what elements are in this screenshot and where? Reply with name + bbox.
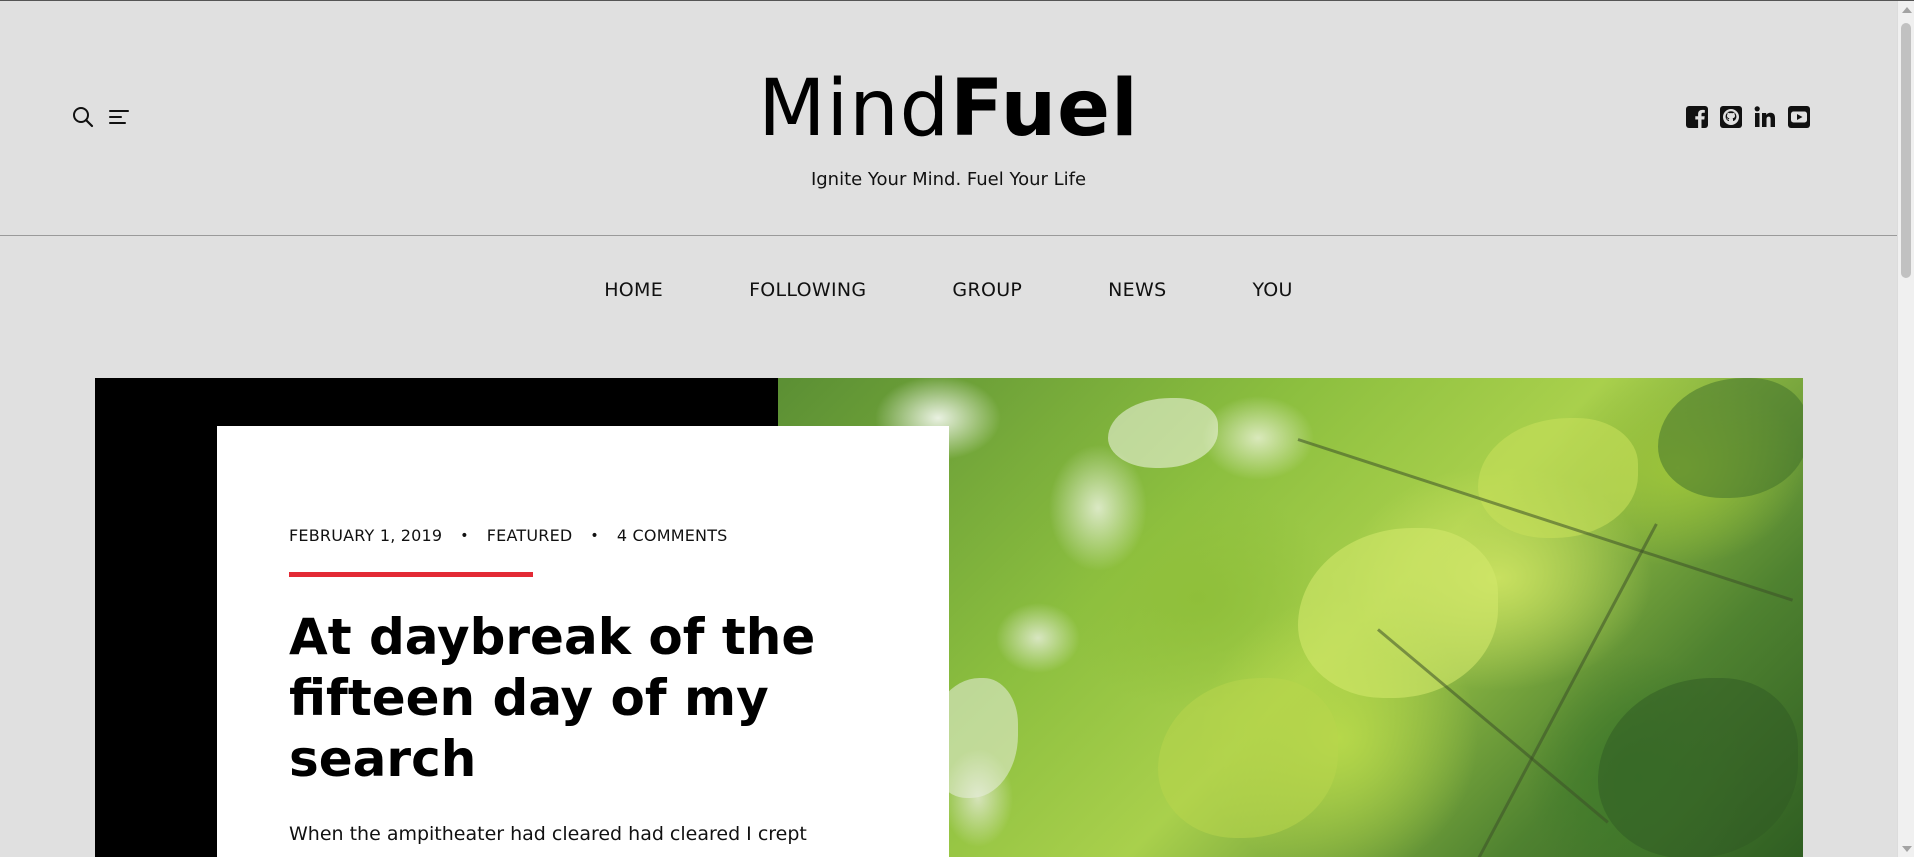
post-title[interactable]: At daybreak of the fifteen day of my sea… (289, 607, 877, 790)
leaf-shape (1598, 678, 1798, 857)
nav-item-home[interactable]: HOME (561, 273, 706, 307)
main-nav: HOME FOLLOWING GROUP NEWS YOU (0, 273, 1897, 307)
site-logo[interactable]: MindFuel (758, 59, 1139, 159)
brand: MindFuel Ignite Your Mind. Fuel Your Lif… (0, 59, 1897, 190)
youtube-icon[interactable] (1787, 105, 1811, 129)
leaf-shape (1658, 378, 1803, 498)
logo-bold-text: Fuel (950, 64, 1139, 154)
post-excerpt: When the ampitheater had cleared had cle… (289, 823, 807, 845)
nav-item-following[interactable]: FOLLOWING (706, 273, 909, 307)
branch (1377, 628, 1609, 824)
post-category[interactable]: FEATURED (487, 526, 573, 545)
post-comments[interactable]: 4 COMMENTS (617, 526, 728, 545)
page: MindFuel Ignite Your Mind. Fuel Your Lif… (0, 0, 1914, 857)
vertical-scrollbar[interactable] (1897, 1, 1914, 857)
accent-divider (289, 572, 533, 577)
social-links (1685, 105, 1811, 129)
post-date[interactable]: FEBRUARY 1, 2019 (289, 526, 442, 545)
logo-light-text: Mind (758, 64, 951, 154)
facebook-icon[interactable] (1685, 105, 1709, 129)
meta-separator: • (590, 527, 599, 544)
leaf-shape (1158, 678, 1338, 838)
site-header: MindFuel Ignite Your Mind. Fuel Your Lif… (0, 1, 1897, 236)
post-meta: FEBRUARY 1, 2019 • FEATURED • 4 COMMENTS (289, 526, 877, 545)
leaf-shape (1478, 418, 1638, 538)
meta-separator: • (460, 527, 469, 544)
github-icon[interactable] (1719, 105, 1743, 129)
leaf-shape (1298, 528, 1498, 698)
nav-item-you[interactable]: YOU (1209, 273, 1335, 307)
nav-item-group[interactable]: GROUP (909, 273, 1065, 307)
site-tagline: Ignite Your Mind. Fuel Your Life (810, 169, 1087, 190)
nav-item-news[interactable]: NEWS (1065, 273, 1209, 307)
linkedin-icon[interactable] (1753, 105, 1777, 129)
scroll-up-icon[interactable] (1902, 7, 1912, 13)
bokeh-highlight (1108, 398, 1218, 468)
scrollbar-thumb[interactable] (1901, 23, 1911, 278)
featured-post-card: FEBRUARY 1, 2019 • FEATURED • 4 COMMENTS… (217, 426, 949, 857)
scroll-down-icon[interactable] (1902, 846, 1912, 852)
